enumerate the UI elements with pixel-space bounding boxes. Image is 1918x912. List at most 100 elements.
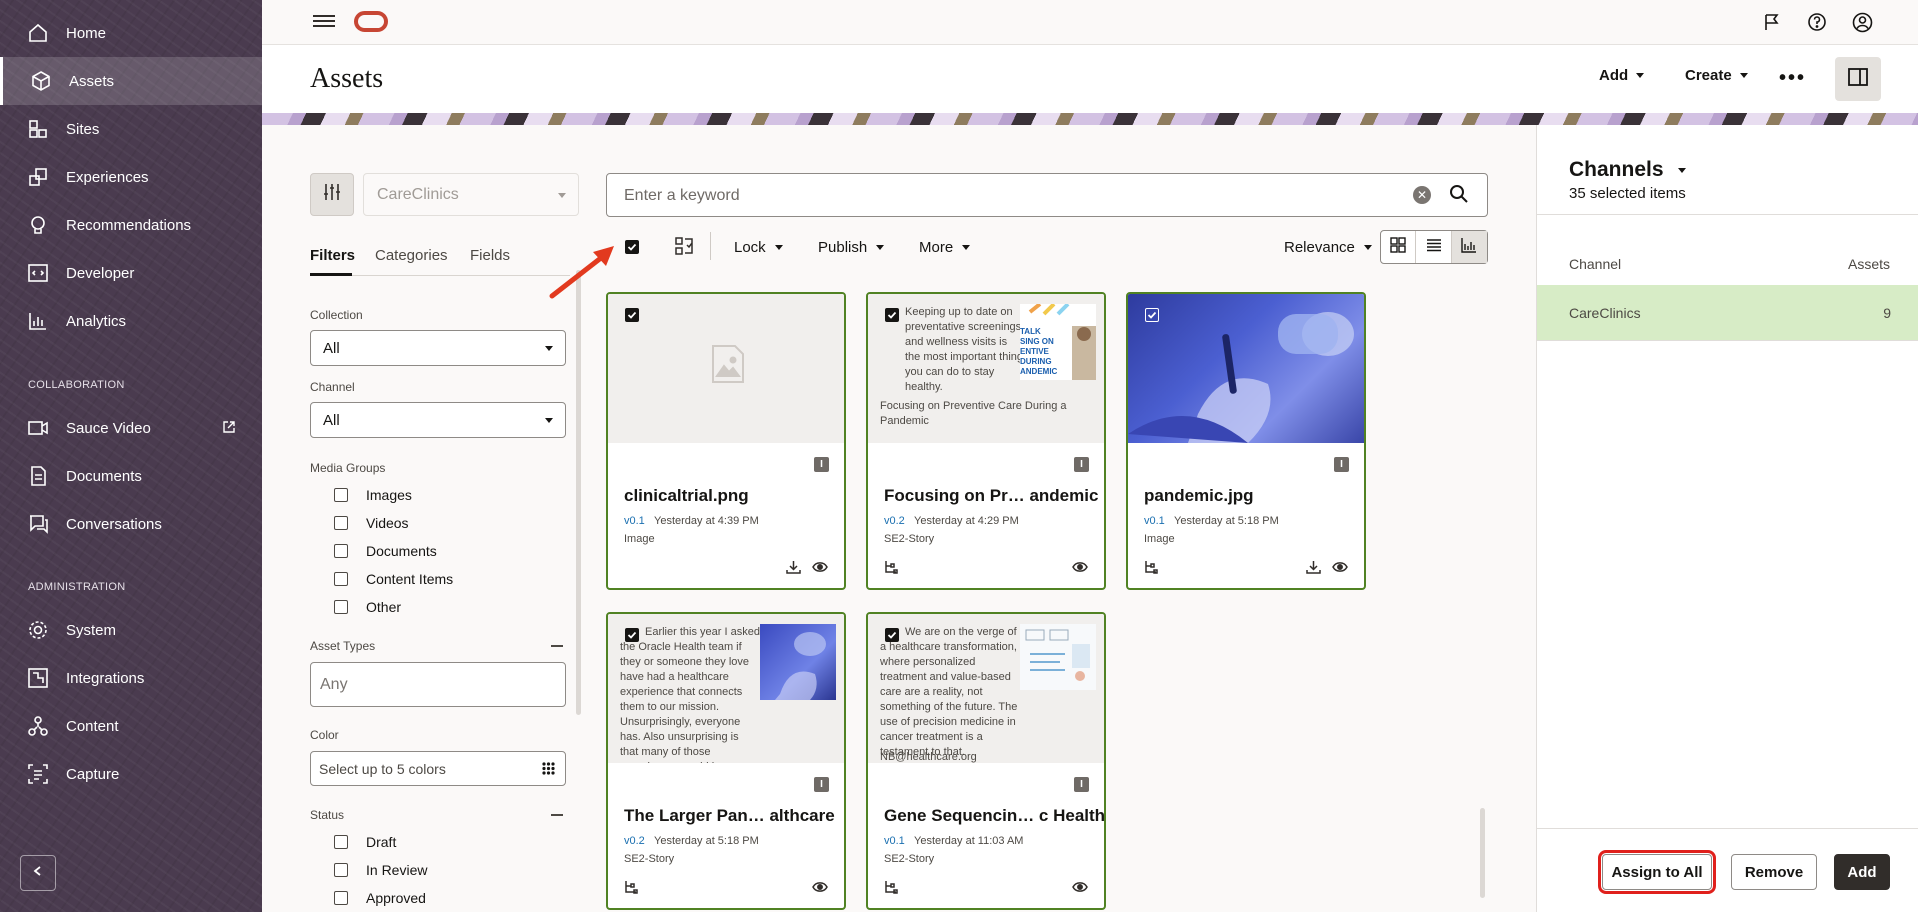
search-icon[interactable] (1449, 184, 1471, 206)
asset-type: SE2-Story (884, 533, 935, 545)
keyword-search-input[interactable]: Enter a keyword (606, 173, 1488, 217)
nav-capture[interactable]: Capture (0, 750, 262, 798)
home-icon (26, 21, 50, 45)
preview-eye-icon[interactable] (1072, 560, 1088, 574)
checkbox-draft[interactable] (334, 835, 348, 849)
side-panel-toggle-button[interactable] (1835, 57, 1881, 101)
more-menu-button[interactable]: More (919, 239, 971, 256)
channel-select[interactable]: All (310, 402, 566, 438)
collapse-asset-types-icon[interactable] (551, 645, 563, 647)
help-icon[interactable] (1806, 11, 1828, 33)
preview-eye-icon[interactable] (812, 880, 828, 894)
lock-menu-button[interactable]: Lock (734, 239, 783, 256)
status-label: Status (310, 808, 345, 822)
preview-eye-icon[interactable] (812, 560, 828, 574)
more-options-icon[interactable]: ••• (1779, 68, 1806, 88)
analytics-view-button[interactable] (1451, 231, 1488, 263)
nav-content[interactable]: Content (0, 702, 262, 750)
nav-sauce-video[interactable]: Sauce Video (0, 404, 262, 452)
nav-analytics[interactable]: Analytics (0, 297, 262, 345)
create-menu-button[interactable]: Create (1685, 67, 1748, 84)
sort-menu-button[interactable]: Relevance (1284, 239, 1372, 256)
download-icon[interactable] (1306, 560, 1322, 574)
nav-conversations[interactable]: Conversations (0, 500, 262, 548)
add-menu-button[interactable]: Add (1599, 67, 1645, 84)
asset-card[interactable]: We are on the verge of a healthcare tran… (866, 612, 1106, 910)
asset-types-input[interactable]: Any (310, 662, 566, 707)
select-mode-icon[interactable] (674, 236, 694, 256)
tab-categories[interactable]: Categories (375, 247, 448, 264)
collapse-sidebar-button[interactable] (20, 855, 56, 891)
color-label: Color (310, 728, 339, 742)
channels-panel-title[interactable]: Channels (1569, 158, 1686, 182)
asset-timestamp: Yesterday at 5:18 PM (1174, 515, 1279, 527)
channel-row[interactable]: CareClinics 9 (1537, 285, 1918, 341)
checkbox-approved[interactable] (334, 891, 348, 905)
preview-text: Keeping up to date on preventative scree… (905, 306, 1024, 393)
hierarchy-icon[interactable] (884, 880, 900, 894)
tab-fields[interactable]: Fields (470, 247, 510, 264)
preview-eye-icon[interactable] (1332, 560, 1348, 574)
top-bar (262, 0, 1918, 45)
nav-sites[interactable]: Sites (0, 105, 262, 153)
nav-assets[interactable]: Assets (0, 57, 262, 105)
card-checkbox[interactable] (885, 628, 899, 642)
flag-icon[interactable] (1761, 11, 1783, 33)
filter-panel-toggle-button[interactable] (310, 173, 354, 216)
checkbox-in-review[interactable] (334, 863, 348, 877)
nav-developer-label: Developer (66, 264, 135, 282)
card-checkbox[interactable] (885, 308, 899, 322)
clear-search-icon[interactable]: ✕ (1413, 186, 1431, 204)
preview-eye-icon[interactable] (1072, 880, 1088, 894)
nav-documents[interactable]: Documents (0, 452, 262, 500)
card-checkbox[interactable] (625, 308, 639, 322)
nav-recommendations-label: Recommendations (66, 216, 192, 234)
grid-view-button[interactable] (1381, 231, 1417, 263)
asset-name: pandemic.jpg (1144, 486, 1254, 505)
asset-card[interactable]: I clinicaltrial.png v0.1 Yesterday at 4:… (606, 292, 846, 590)
caret-down-icon (774, 245, 783, 250)
checkbox-images[interactable] (334, 488, 348, 502)
download-icon[interactable] (786, 560, 802, 574)
panel-divider (1537, 340, 1918, 341)
hierarchy-icon[interactable] (884, 560, 900, 574)
svg-text:DURING: DURING (1020, 357, 1052, 366)
nav-developer[interactable]: Developer (0, 249, 262, 297)
tab-filters[interactable]: Filters (310, 247, 355, 264)
checkbox-other[interactable] (334, 600, 348, 614)
results-scrollbar[interactable] (1480, 808, 1485, 898)
add-channel-button[interactable]: Add (1834, 854, 1890, 890)
nav-home[interactable]: Home (0, 9, 262, 57)
card-checkbox[interactable] (625, 628, 639, 642)
filter-scrollbar[interactable] (576, 270, 581, 715)
color-input[interactable]: Select up to 5 colors (310, 751, 566, 786)
item-type-badge: I (1334, 457, 1349, 472)
user-avatar-icon[interactable] (1851, 11, 1873, 33)
checkbox-documents[interactable] (334, 544, 348, 558)
publish-menu-button[interactable]: Publish (818, 239, 885, 256)
asset-type: SE2-Story (884, 853, 935, 865)
nav-system[interactable]: System (0, 606, 262, 654)
checkbox-videos[interactable] (334, 516, 348, 530)
hierarchy-icon[interactable] (1144, 560, 1160, 574)
conversations-icon (26, 512, 50, 536)
hamburger-menu-icon[interactable] (313, 12, 335, 32)
list-view-button[interactable] (1416, 231, 1452, 263)
select-all-checkbox[interactable] (625, 240, 639, 254)
channel-column-header: Channel (1569, 256, 1622, 272)
hierarchy-icon[interactable] (624, 880, 640, 894)
asset-card[interactable]: Earlier this year I asked the Oracle Hea… (606, 612, 846, 910)
assign-to-all-button[interactable]: Assign to All (1598, 850, 1716, 894)
svg-text:ANDEMIC: ANDEMIC (1020, 367, 1058, 376)
repository-select[interactable]: CareClinics (363, 173, 579, 216)
nav-integrations[interactable]: Integrations (0, 654, 262, 702)
collection-select[interactable]: All (310, 330, 566, 366)
checkbox-content-items[interactable] (334, 572, 348, 586)
collapse-status-icon[interactable] (551, 814, 563, 816)
asset-card[interactable]: Keeping up to date on preventative scree… (866, 292, 1106, 590)
card-checkbox[interactable] (1145, 308, 1159, 322)
asset-card[interactable]: I pandemic.jpg v0.1 Yesterday at 5:18 PM… (1126, 292, 1366, 590)
nav-recommendations[interactable]: Recommendations (0, 201, 262, 249)
remove-button[interactable]: Remove (1731, 854, 1817, 890)
nav-experiences[interactable]: Experiences (0, 153, 262, 201)
